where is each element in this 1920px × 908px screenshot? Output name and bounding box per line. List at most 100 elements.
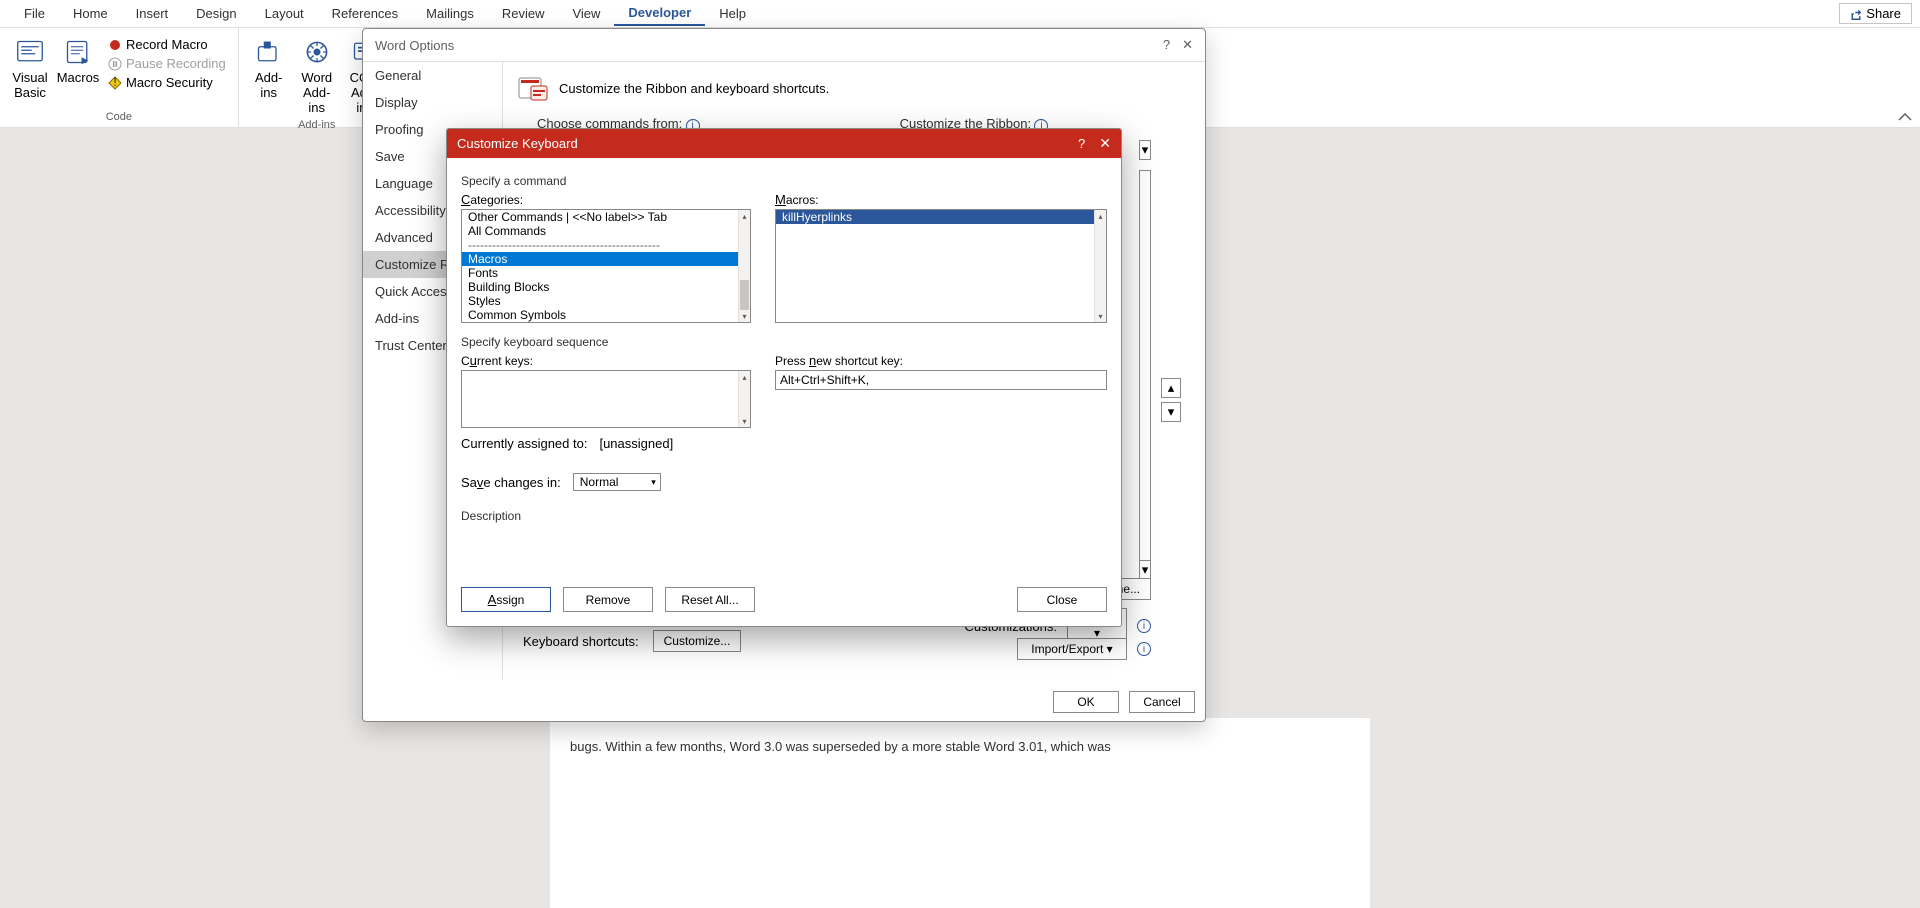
record-macro-button[interactable]: Record Macro: [106, 36, 228, 53]
specify-command-label: Specify a command: [461, 174, 1107, 188]
current-keys-listbox[interactable]: ▴ ▾: [461, 370, 751, 428]
word-options-close-button[interactable]: ✕: [1182, 37, 1193, 53]
visual-basic-button[interactable]: Visual Basic: [6, 34, 54, 102]
word-options-help-button[interactable]: ?: [1163, 37, 1170, 53]
macro-item[interactable]: killHyerplinks: [776, 210, 1106, 224]
tab-file[interactable]: File: [10, 2, 59, 25]
pause-recording-button: Pause Recording: [106, 55, 228, 72]
categories-label: Categories:: [461, 192, 751, 207]
record-macro-label: Record Macro: [126, 37, 208, 52]
ribbon-dropdown-bottom[interactable]: ▾: [1139, 560, 1151, 580]
specify-sequence-label: Specify keyboard sequence: [461, 335, 1107, 349]
tab-mailings[interactable]: Mailings: [412, 2, 488, 25]
scroll-down-icon[interactable]: ▾: [1095, 310, 1106, 322]
ck-help-button[interactable]: ?: [1078, 136, 1085, 151]
category-item[interactable]: All Commands: [462, 224, 750, 238]
scroll-up-icon[interactable]: ▴: [1095, 210, 1106, 222]
word-options-title: Word Options: [375, 38, 454, 53]
assigned-to-value: [unassigned]: [599, 436, 673, 451]
macro-security-label: Macro Security: [126, 75, 213, 90]
document-page: bugs. Within a few months, Word 3.0 was …: [550, 718, 1370, 908]
svg-text:!: !: [113, 76, 117, 89]
keyboard-shortcuts-label: Keyboard shortcuts:: [523, 634, 639, 649]
nav-display[interactable]: Display: [363, 89, 502, 116]
tab-review[interactable]: Review: [488, 2, 559, 25]
word-options-footer: OK Cancel: [1053, 691, 1195, 713]
ck-title: Customize Keyboard: [457, 136, 578, 151]
visual-basic-label: Visual Basic: [8, 70, 52, 100]
assign-button[interactable]: Assign: [461, 587, 551, 612]
save-changes-select[interactable]: Normal: [573, 473, 661, 491]
macros-scrollbar[interactable]: ▴ ▾: [1094, 210, 1106, 322]
assigned-to-label: Currently assigned to:: [461, 436, 587, 451]
addins-button[interactable]: Add- ins: [245, 34, 293, 102]
category-item[interactable]: Styles: [462, 294, 750, 308]
ribbon-dropdown[interactable]: ▾: [1139, 140, 1151, 160]
cancel-button[interactable]: Cancel: [1129, 691, 1195, 713]
scroll-down-icon[interactable]: ▾: [739, 310, 750, 322]
move-up-button[interactable]: ▴: [1161, 378, 1181, 398]
current-keys-scrollbar[interactable]: ▴ ▾: [738, 371, 750, 427]
press-new-input[interactable]: [775, 370, 1107, 390]
scroll-up-icon[interactable]: ▴: [739, 210, 750, 222]
word-addins-label: Word Add-ins: [295, 70, 339, 115]
nav-general[interactable]: General: [363, 62, 502, 89]
macros-button[interactable]: Macros: [54, 34, 102, 87]
remove-button[interactable]: Remove: [563, 587, 653, 612]
category-item[interactable]: Other Commands | <<No label>> Tab: [462, 210, 750, 224]
document-text: bugs. Within a few months, Word 3.0 was …: [570, 739, 1111, 754]
category-item[interactable]: Building Blocks: [462, 280, 750, 294]
word-addins-icon: [301, 36, 333, 68]
macros-label: Macros: [57, 70, 100, 85]
ok-button[interactable]: OK: [1053, 691, 1119, 713]
customize-shortcuts-button[interactable]: Customize...: [653, 630, 742, 652]
ribbon-tabs: File Home Insert Design Layout Reference…: [0, 0, 1920, 28]
tab-insert[interactable]: Insert: [122, 2, 183, 25]
categories-scrollbar[interactable]: ▴ ▾: [738, 210, 750, 322]
word-options-titlebar: Word Options ? ✕: [363, 29, 1205, 62]
reset-all-button[interactable]: Reset All...: [665, 587, 755, 612]
ribbon-tree[interactable]: [1139, 170, 1151, 570]
tab-home[interactable]: Home: [59, 2, 122, 25]
word-addins-button[interactable]: Word Add-ins: [293, 34, 341, 117]
categories-listbox[interactable]: Other Commands | <<No label>> Tab All Co…: [461, 209, 751, 323]
collapse-ribbon-icon[interactable]: [1898, 113, 1912, 123]
macros-listbox[interactable]: killHyerplinks ▴ ▾: [775, 209, 1107, 323]
current-keys-label: Current keys:: [461, 353, 751, 368]
customize-ribbon-icon: [517, 72, 549, 104]
group-code-label: Code: [106, 109, 132, 125]
ck-close-button[interactable]: ✕: [1099, 135, 1111, 152]
category-item-macros[interactable]: Macros: [462, 252, 750, 266]
tab-references[interactable]: References: [318, 2, 412, 25]
tab-design[interactable]: Design: [182, 2, 250, 25]
description-label: Description: [461, 509, 1107, 523]
ck-titlebar: Customize Keyboard ? ✕: [447, 129, 1121, 158]
macros-label: Macros:: [775, 192, 1107, 207]
share-label: Share: [1866, 6, 1901, 21]
category-item[interactable]: Common Symbols: [462, 308, 750, 322]
help-icon[interactable]: i: [1137, 642, 1151, 656]
share-button[interactable]: Share: [1839, 3, 1912, 24]
tab-developer[interactable]: Developer: [614, 1, 705, 26]
category-item[interactable]: Fonts: [462, 266, 750, 280]
tab-layout[interactable]: Layout: [251, 2, 318, 25]
category-separator: ----------------------------------------…: [462, 238, 750, 252]
pause-recording-label: Pause Recording: [126, 56, 226, 71]
tab-view[interactable]: View: [558, 2, 614, 25]
move-down-button[interactable]: ▾: [1161, 402, 1181, 422]
tab-help[interactable]: Help: [705, 2, 760, 25]
pause-icon: [108, 57, 122, 71]
share-icon: [1850, 8, 1862, 20]
customize-keyboard-dialog: Customize Keyboard ? ✕ Specify a command…: [446, 128, 1122, 627]
macro-security-button[interactable]: ! Macro Security: [106, 74, 228, 91]
addins-label: Add- ins: [255, 70, 282, 100]
import-export-button[interactable]: Import/Export ▾: [1017, 638, 1127, 660]
customize-ribbon-header: Customize the Ribbon and keyboard shortc…: [559, 81, 829, 96]
group-code: Visual Basic Macros Record Macro Pause R…: [0, 28, 239, 127]
close-button[interactable]: Close: [1017, 587, 1107, 612]
help-icon[interactable]: i: [1137, 619, 1151, 633]
addins-icon: [253, 36, 285, 68]
security-icon: !: [108, 76, 122, 90]
press-new-label: Press new shortcut key:: [775, 353, 1107, 368]
save-changes-label: Save changes in:: [461, 475, 561, 490]
